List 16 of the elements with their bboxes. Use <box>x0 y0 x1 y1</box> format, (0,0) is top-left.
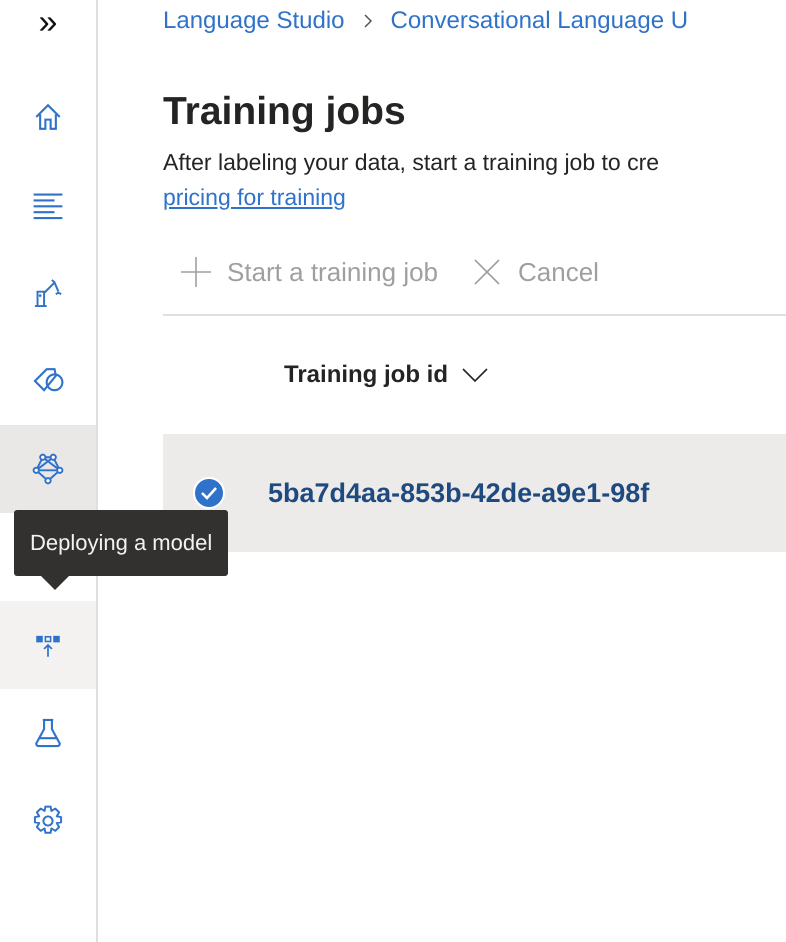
table-cell: 5ba7d4aa-853b-42de-a9e1-98f <box>268 478 650 508</box>
expand-button[interactable]: » <box>0 0 96 44</box>
tooltip: Deploying a model <box>14 510 228 590</box>
plus-icon <box>179 255 213 289</box>
network-icon <box>31 452 65 486</box>
pricing-link[interactable]: pricing for training <box>163 184 346 210</box>
chevron-down-icon <box>462 367 488 383</box>
pointer-icon <box>41 576 69 590</box>
page-title: Training jobs <box>163 89 407 135</box>
nav-item[interactable] <box>0 425 96 513</box>
description-text: After labeling your data, start a training job to cre <box>163 148 660 177</box>
row-checkbox[interactable] <box>193 477 225 509</box>
breadcrumb-link[interactable]: Language Studio <box>163 7 344 35</box>
column-header[interactable]: Training job id <box>284 361 488 389</box>
breadcrumb-link[interactable]: Conversational Language U <box>390 7 688 35</box>
check-icon <box>200 486 218 500</box>
